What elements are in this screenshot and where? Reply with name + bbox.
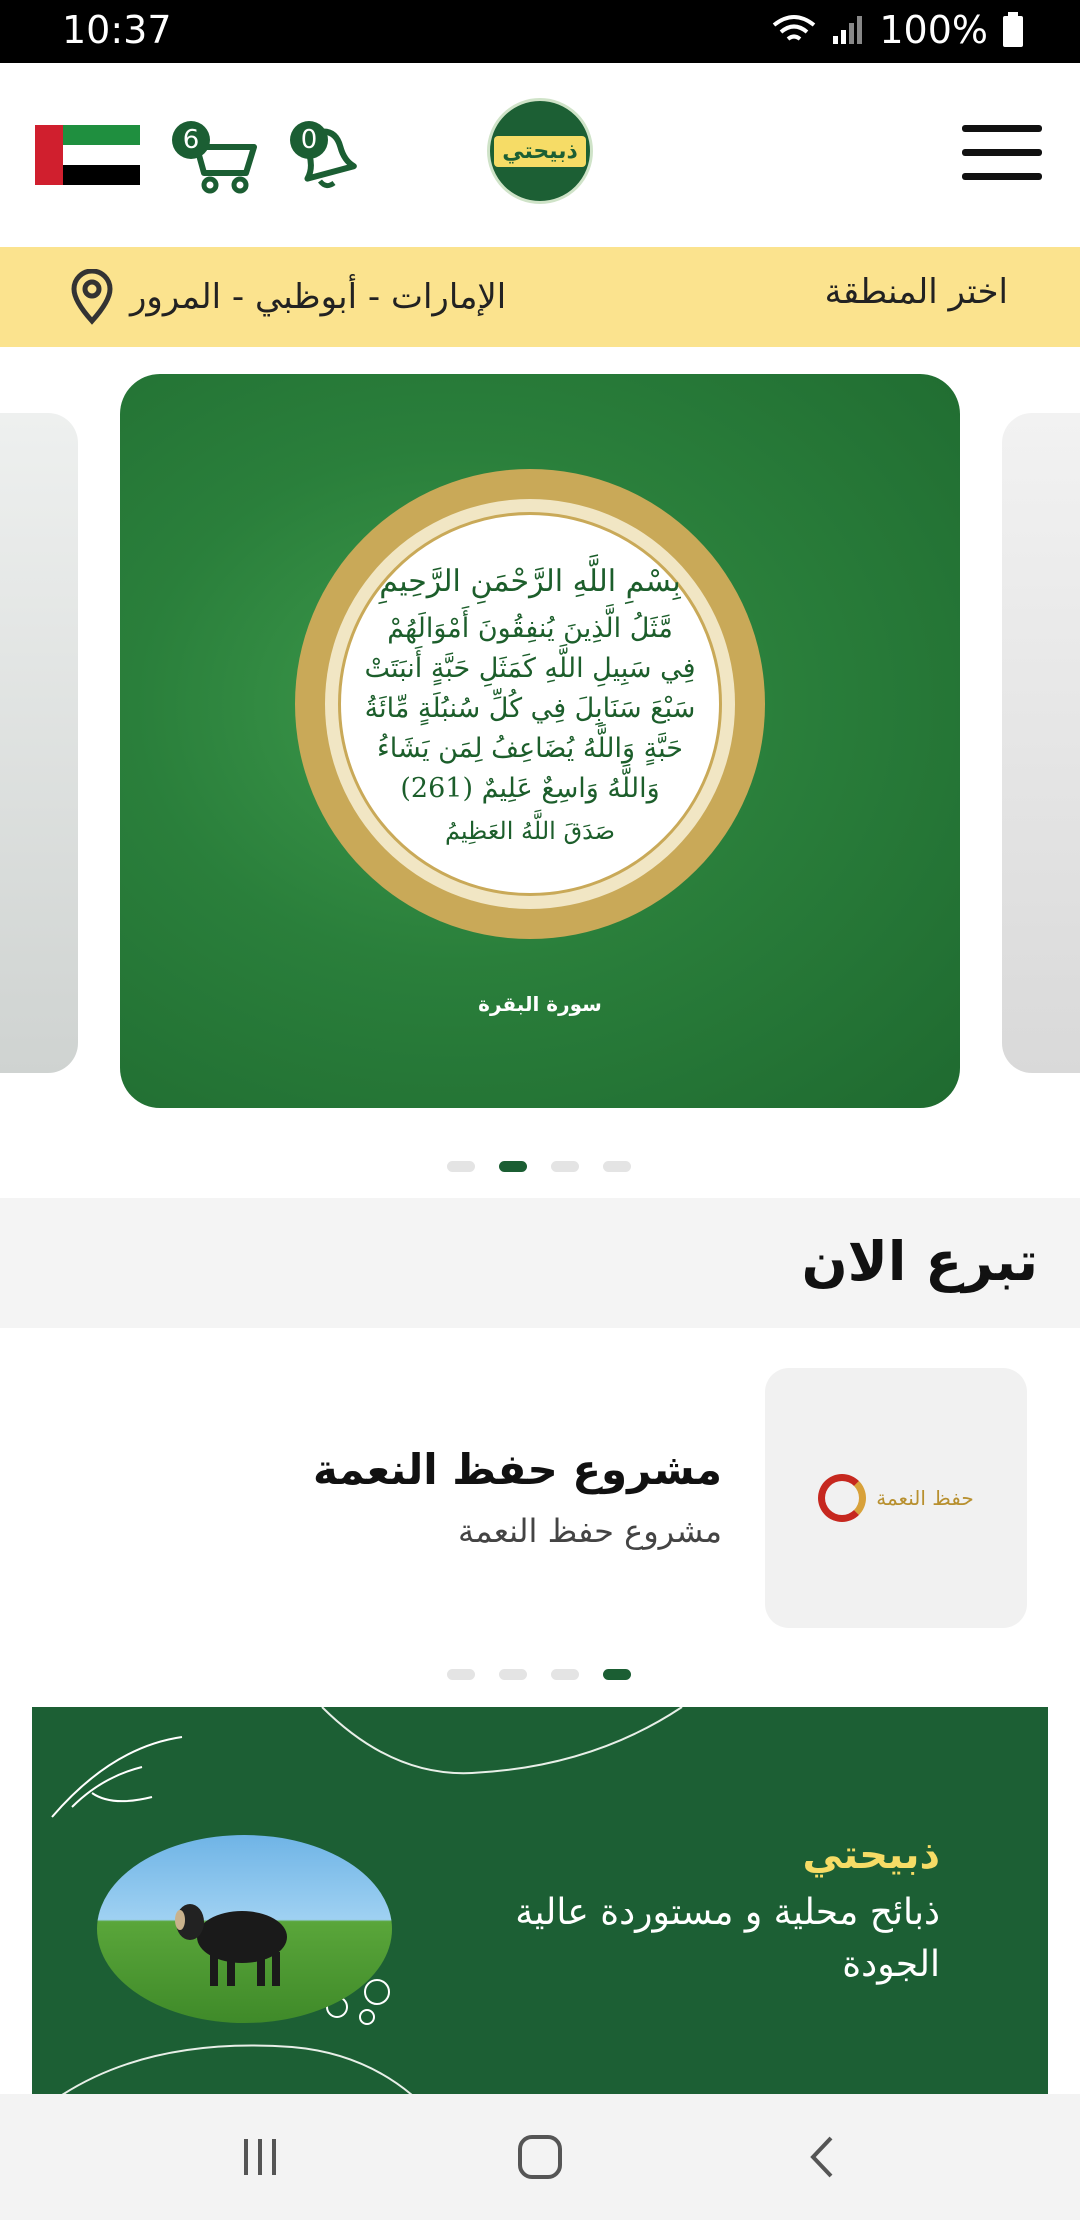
carousel-dot[interactable] (603, 1161, 631, 1172)
basmala-text: بِسْمِ اللَّهِ الرَّحْمَنِ الرَّحِيمِ (379, 563, 681, 599)
closing-text: صَدَقَ اللَّهُ العَظِيمُ (444, 816, 616, 845)
banner-brand: ذبيحتي (802, 1832, 941, 1878)
carousel-slide-next[interactable] (1002, 413, 1080, 1073)
home-icon (518, 2135, 562, 2179)
location-pin-icon (71, 269, 113, 325)
carousel-slide-previous[interactable] (0, 413, 78, 1073)
status-bar: 10:37 100% (0, 0, 1080, 63)
app-logo[interactable]: ذبيحتي (487, 98, 593, 204)
battery-percent: 100% (879, 8, 988, 52)
back-button[interactable] (792, 2132, 852, 2182)
donate-section-header: تبرع الان (0, 1198, 1080, 1328)
current-location[interactable]: الإمارات - أبوظبي - المرور (68, 269, 506, 325)
verse-text: مَّثَلُ الَّذِينَ يُنفِقُونَ أَمْوَالَهُ… (364, 612, 696, 804)
donation-card-image[interactable]: حفظ النعمة (765, 1368, 1027, 1628)
cart-count-badge: 6 (172, 121, 210, 159)
donation-indicator (447, 1669, 631, 1680)
carousel-slide-active[interactable]: بِسْمِ اللَّهِ الرَّحْمَنِ الرَّحِيمِ مَ… (120, 374, 960, 1108)
cart-button[interactable]: 6 (172, 115, 260, 195)
promo-banner[interactable]: ذبيحتي ذبائح محلية و مستوردة عالية الجود… (32, 1707, 1048, 2095)
carousel-dot[interactable] (447, 1161, 475, 1172)
wifi-icon (773, 15, 816, 41)
menu-line-icon (962, 149, 1042, 156)
donation-dot[interactable] (499, 1669, 527, 1680)
project-logo-icon (818, 1474, 867, 1522)
carousel-dot[interactable] (551, 1161, 579, 1172)
notifications-button[interactable]: 0 (288, 115, 360, 195)
app-header: 6 0 ذبيحتي (0, 63, 1080, 247)
status-time: 10:37 (62, 8, 172, 52)
project-logo-text: حفظ النعمة (876, 1486, 974, 1510)
logo-text: ذبيحتي (494, 135, 586, 167)
recent-apps-icon (244, 2139, 276, 2175)
donation-card-title[interactable]: مشروع حفظ النعمة (313, 1445, 722, 1494)
carousel-indicator (447, 1161, 631, 1172)
uae-flag-icon[interactable] (35, 125, 140, 185)
donation-dot[interactable] (551, 1669, 579, 1680)
signal-icon (833, 16, 863, 44)
system-navigation-bar (0, 2094, 1080, 2220)
notification-count-badge: 0 (290, 121, 328, 159)
back-icon (810, 2136, 833, 2178)
ornament-medallion: بِسْمِ اللَّهِ الرَّحْمَنِ الرَّحِيمِ مَ… (295, 469, 765, 939)
donation-dot[interactable] (603, 1669, 631, 1680)
surah-name: سورة البقرة (478, 992, 602, 1016)
donation-dot[interactable] (447, 1669, 475, 1680)
menu-line-icon (962, 125, 1042, 132)
battery-icon (1003, 12, 1023, 47)
menu-line-icon (962, 173, 1042, 180)
location-text: الإمارات - أبوظبي - المرور (130, 277, 507, 317)
goat-icon (175, 1904, 287, 1986)
hamburger-menu-button[interactable] (962, 125, 1042, 183)
donate-heading: تبرع الان (801, 1230, 1038, 1293)
donation-card-subtitle: مشروع حفظ النعمة (458, 1512, 722, 1550)
region-selector[interactable]: اختر المنطقة الإمارات - أبوظبي - المرور (0, 247, 1080, 347)
home-button[interactable] (510, 2132, 570, 2182)
recent-apps-button[interactable] (230, 2132, 290, 2182)
project-logo: حفظ النعمة (818, 1474, 974, 1522)
banner-tagline: ذبائح محلية و مستوردة عالية الجودة (515, 1892, 940, 1985)
choose-region-label: اختر المنطقة (824, 272, 1008, 312)
carousel-dot[interactable] (499, 1161, 527, 1172)
